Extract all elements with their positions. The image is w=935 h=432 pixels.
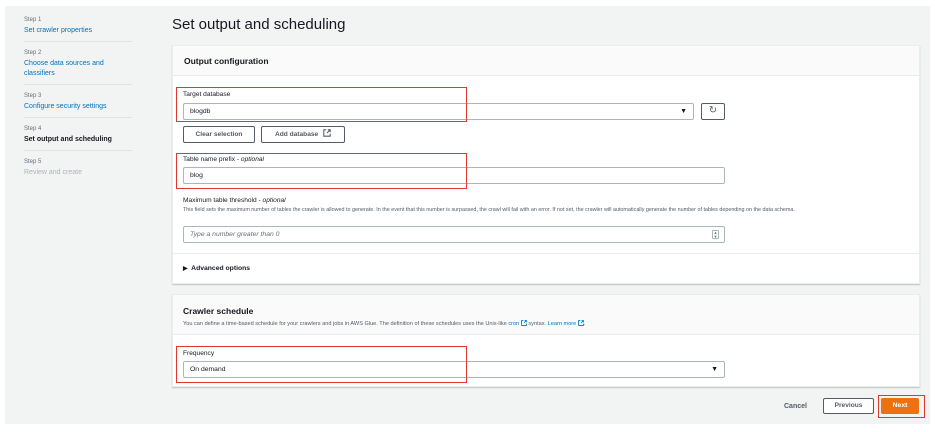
max-threshold-input[interactable]: Type a number greater than 0 ▲ ▼ [183,226,725,243]
external-link-icon [323,129,331,137]
step-link-data-sources[interactable]: Choose data sources and classifiers [24,59,132,79]
learn-more-link[interactable]: Learn more [548,321,577,327]
step-link-security-settings[interactable]: Configure security settings [24,102,132,112]
caret-down-icon: ▼ [680,108,687,115]
step-5: Step 5 Review and create [24,158,132,183]
page-title: Set output and scheduling [172,16,346,33]
clear-selection-button[interactable]: Clear selection [183,126,255,143]
panel-header: Crawler schedule [183,306,254,316]
highlight-target-database [176,87,467,122]
step-current-output-scheduling: Set output and scheduling [24,136,112,143]
step-number: Step 3 [24,93,42,99]
refresh-icon: ↻ [708,105,718,116]
wizard-steps-nav: Step 1 Set crawler properties Step 2 Cho… [24,16,132,190]
step-2: Step 2 Choose data sources and classifie… [24,49,132,85]
panel-header: Output configuration [173,46,919,76]
step-4: Step 4 Set output and scheduling [24,125,132,151]
optional-tag: optional [262,197,286,204]
step-number: Step 5 [24,159,42,165]
step-review-create: Review and create [24,169,82,176]
highlight-frequency [176,346,467,383]
advanced-options-label: Advanced options [191,265,251,272]
highlight-next-button [878,395,925,418]
refresh-button[interactable]: ↻ [701,103,725,120]
max-threshold-description: This field sets the maximum number of ta… [183,207,795,213]
step-number: Step 2 [24,50,42,56]
caret-down-icon: ▼ [711,366,718,373]
cron-link[interactable]: cron [508,321,519,327]
step-1: Step 1 Set crawler properties [24,16,132,42]
step-3: Step 3 Configure security settings [24,92,132,118]
schedule-header-area [173,295,919,335]
step-number: Step 4 [24,126,42,132]
max-threshold-label-text: Maximum table threshold - [183,197,263,204]
previous-button[interactable]: Previous [823,398,874,414]
schedule-description-suffix: syntax. [528,321,547,327]
caret-right-icon: ▶ [183,266,188,272]
schedule-description-text: You can define a time-based schedule for… [183,321,507,327]
external-link-icon [520,320,527,326]
add-database-button[interactable]: Add database [261,126,345,143]
max-threshold-placeholder: Type a number greater than 0 [190,231,280,238]
divider [173,253,919,254]
add-database-label: Add database [274,131,319,138]
advanced-options-toggle[interactable]: ▶ Advanced options [183,265,250,272]
step-number: Step 1 [24,17,42,23]
schedule-description: You can define a time-based schedule for… [183,320,585,327]
highlight-table-prefix [176,153,467,189]
cancel-button[interactable]: Cancel [784,403,807,410]
step-link-crawler-properties[interactable]: Set crawler properties [24,26,132,36]
number-spinner-icon[interactable]: ▲ ▼ [712,230,719,239]
max-threshold-label: Maximum table threshold - optional [183,197,286,204]
period: . [583,321,586,327]
